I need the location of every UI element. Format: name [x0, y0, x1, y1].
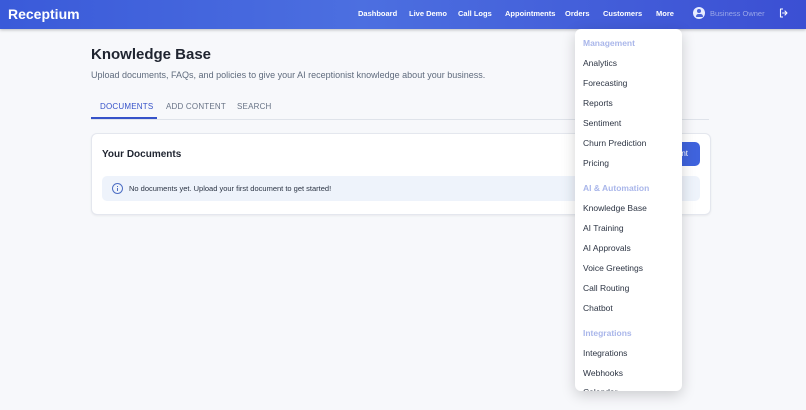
menu-item-knowledge-base[interactable]: Knowledge Base — [583, 203, 647, 213]
menu-item-call-routing[interactable]: Call Routing — [583, 283, 629, 293]
empty-state-message: No documents yet. Upload your first docu… — [129, 184, 332, 193]
menu-item-pricing[interactable]: Pricing — [583, 158, 609, 168]
nav-more[interactable]: More — [656, 9, 674, 18]
info-icon — [112, 183, 123, 194]
menu-item-integrations[interactable]: Integrations — [583, 348, 627, 358]
tab-add-content[interactable]: ADD CONTENT — [166, 102, 226, 111]
menu-heading-ai-automation: AI & Automation — [583, 183, 650, 193]
tab-search[interactable]: SEARCH — [237, 102, 272, 111]
menu-heading-management: Management — [583, 38, 635, 48]
menu-item-analytics[interactable]: Analytics — [583, 58, 617, 68]
menu-item-churn-prediction[interactable]: Churn Prediction — [583, 138, 646, 148]
logout-button[interactable] — [776, 5, 793, 21]
menu-item-forecasting[interactable]: Forecasting — [583, 78, 627, 88]
menu-item-ai-approvals[interactable]: AI Approvals — [583, 243, 631, 253]
documents-card-title: Your Documents — [102, 149, 182, 160]
nav-dashboard[interactable]: Dashboard — [358, 9, 397, 18]
logout-icon — [779, 8, 788, 18]
menu-item-ai-training[interactable]: AI Training — [583, 223, 624, 233]
page-subtitle: Upload documents, FAQs, and policies to … — [91, 70, 486, 80]
menu-item-sentiment[interactable]: Sentiment — [583, 118, 621, 128]
menu-item-partial[interactable]: Calendar — [583, 387, 618, 391]
nav-call-logs[interactable]: Call Logs — [458, 9, 492, 18]
brand-logo[interactable]: Receptium — [8, 6, 80, 22]
menu-item-chatbot[interactable]: Chatbot — [583, 303, 613, 313]
upload-button-label: nt — [681, 149, 688, 158]
top-navigation-bar: Receptium Dashboard Live Demo Call Logs … — [0, 0, 806, 29]
menu-item-reports[interactable]: Reports — [583, 98, 613, 108]
more-dropdown-menu: Management Analytics Forecasting Reports… — [575, 29, 682, 391]
nav-customers[interactable]: Customers — [603, 9, 642, 18]
page-title: Knowledge Base — [91, 46, 212, 63]
nav-appointments[interactable]: Appointments — [505, 9, 555, 18]
user-circle-icon[interactable] — [693, 7, 705, 19]
user-name[interactable]: Business Owner — [710, 9, 765, 18]
active-tab-indicator — [91, 117, 157, 119]
nav-live-demo[interactable]: Live Demo — [409, 9, 447, 18]
menu-item-webhooks[interactable]: Webhooks — [583, 368, 623, 378]
tab-documents[interactable]: DOCUMENTS — [100, 102, 153, 111]
menu-item-voice-greetings[interactable]: Voice Greetings — [583, 263, 643, 273]
nav-orders[interactable]: Orders — [565, 9, 590, 18]
menu-heading-integrations: Integrations — [583, 328, 632, 338]
